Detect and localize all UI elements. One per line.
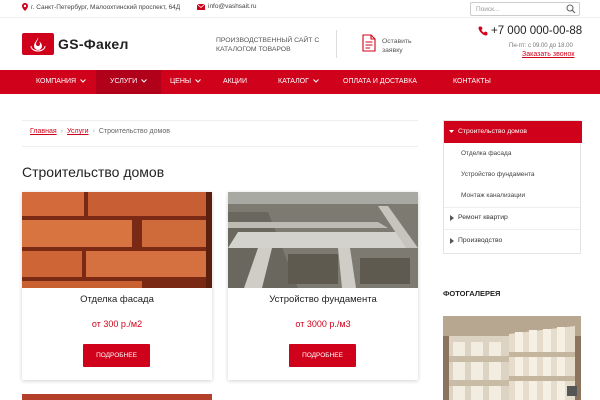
sidebar-item-label: Производство <box>458 237 503 244</box>
chevron-down-icon <box>195 79 201 83</box>
logo-badge[interactable] <box>22 33 54 55</box>
nav-item-prices[interactable]: Цены <box>170 70 201 94</box>
details-button[interactable]: Подробнее <box>289 344 356 367</box>
header-divider <box>336 30 337 58</box>
search-icon[interactable] <box>566 4 576 14</box>
logo-text[interactable]: GS-Факел <box>58 36 129 52</box>
details-button[interactable]: Подробнее <box>83 344 150 367</box>
breadcrumb-separator: › <box>92 128 95 135</box>
flame-logo-icon <box>30 37 46 52</box>
breadcrumb-section[interactable]: Услуги <box>67 128 89 135</box>
phone-icon <box>478 26 488 36</box>
breadcrumb-home[interactable]: Главная <box>30 128 57 135</box>
nav-item-payment-delivery[interactable]: Оплата и доставка <box>343 70 417 94</box>
phone-number[interactable]: +7 000 000-00-88 <box>491 25 582 37</box>
card-price: от 3000 р./м3 <box>295 319 351 329</box>
nav-label: Услуги <box>110 78 138 85</box>
sidebar-subitem[interactable]: Отделка фасада <box>461 150 511 157</box>
address-text: г. Санкт-Петербург, Малоохтинский проспе… <box>31 3 181 11</box>
sidebar-item-active[interactable]: Строительство домов <box>444 121 582 143</box>
next-card-image-peek <box>22 394 212 400</box>
leave-request-link[interactable]: Оставить заявку <box>382 37 432 55</box>
location-pin-icon <box>22 3 28 11</box>
nav-item-contacts[interactable]: Контакты <box>453 70 491 94</box>
triangle-right-icon <box>450 238 454 244</box>
service-card[interactable]: Устройство фундамента от 3000 р./м3 Подр… <box>228 192 418 380</box>
breadcrumb-current: Строительство домов <box>98 128 170 135</box>
sidebar-subitem[interactable]: Монтаж канализации <box>461 192 525 199</box>
card-image-foundation[interactable] <box>228 192 418 288</box>
main-nav: Компания Услуги Цены Акции Каталог Оплат… <box>0 70 600 94</box>
sidebar-menu: Строительство домов Отделка фасада Устро… <box>443 120 582 254</box>
page-title: Строительство домов <box>22 164 165 180</box>
nav-label: Контакты <box>453 78 491 85</box>
nav-label: Акции <box>223 78 247 85</box>
triangle-right-icon <box>450 215 454 221</box>
nav-label: Цены <box>170 78 192 85</box>
nav-item-company[interactable]: Компания <box>36 70 86 94</box>
breadcrumb-divider-bottom <box>22 146 418 147</box>
nav-item-promotions[interactable]: Акции <box>223 70 247 94</box>
gallery-image[interactable] <box>443 316 581 400</box>
breadcrumb-separator: › <box>60 128 63 135</box>
nav-label: Оплата и доставка <box>343 78 417 85</box>
card-title[interactable]: Устройство фундамента <box>228 294 418 305</box>
request-callback-link[interactable]: Заказать звонок <box>522 51 574 58</box>
chevron-down-icon <box>80 79 86 83</box>
top-bar: г. Санкт-Петербург, Малоохтинский проспе… <box>0 0 600 18</box>
card-price: от 300 р./м2 <box>91 319 143 329</box>
nav-item-catalog[interactable]: Каталог <box>278 70 319 94</box>
breadcrumb: Главная › Услуги › Строительство домов <box>30 128 170 135</box>
search-input[interactable] <box>470 2 580 16</box>
gallery-title: Фотогалерея <box>443 289 501 298</box>
chevron-down-icon <box>313 79 319 83</box>
card-title[interactable]: Отделка фасада <box>22 294 212 305</box>
service-card[interactable]: Отделка фасада от 300 р./м2 Подробнее <box>22 192 212 380</box>
nav-item-services[interactable]: Услуги <box>96 70 162 94</box>
nav-label: Каталог <box>278 78 309 85</box>
email-text[interactable]: info@vashsait.ru <box>208 3 257 10</box>
sidebar-item-renovation[interactable]: Ремонт квартир <box>444 207 580 229</box>
card-image-brick[interactable] <box>22 192 212 288</box>
document-icon[interactable] <box>362 34 376 52</box>
triangle-down-icon <box>449 130 454 133</box>
email[interactable]: info@vashsait.ru <box>197 3 257 10</box>
sidebar-active-label: Строительство домов <box>458 128 528 135</box>
sidebar-item-label: Ремонт квартир <box>458 214 508 221</box>
nav-label: Компания <box>36 78 77 85</box>
address: г. Санкт-Петербург, Малоохтинский проспе… <box>22 3 180 11</box>
sidebar-item-production[interactable]: Производство <box>444 230 580 252</box>
breadcrumb-divider-top <box>22 120 418 121</box>
chevron-down-icon <box>141 79 147 83</box>
envelope-icon <box>197 3 205 10</box>
working-hours: Пн-пт: с 09.00 до 18.00 <box>509 43 573 49</box>
sidebar-subitem[interactable]: Устройство фундамента <box>461 171 535 178</box>
site-tagline: Производственный сайт с каталогом товаро… <box>216 37 320 53</box>
